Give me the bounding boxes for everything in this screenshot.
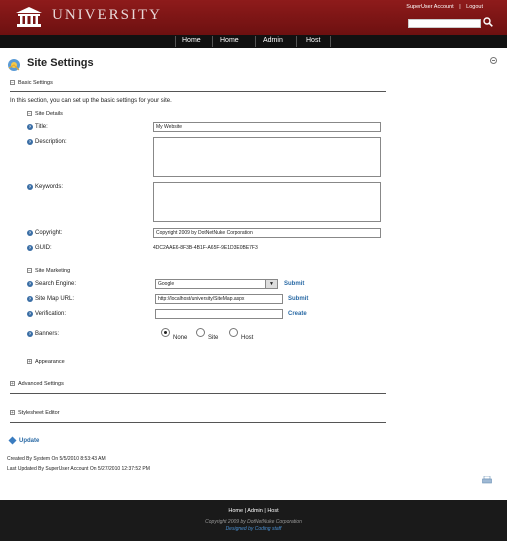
stylesheet-editor-toggle-icon[interactable]: + — [10, 410, 15, 416]
banner-site-radio[interactable] — [196, 328, 205, 337]
created-by-text: Created By System On 5/5/2010 8:53:43 AM — [7, 456, 106, 462]
logout-link[interactable]: Logout — [466, 4, 483, 10]
banner-host-radio[interactable] — [229, 328, 238, 337]
sitemap-label: Site Map URL: — [35, 296, 75, 302]
description-textarea[interactable] — [153, 137, 381, 177]
nav-item-home-2[interactable]: Home — [220, 37, 239, 44]
update-icon[interactable] — [8, 436, 17, 445]
help-icon[interactable]: ? — [27, 139, 33, 145]
site-footer: Home | Admin | Host Copyright 2009 by Do… — [0, 500, 507, 541]
basic-intro: In this section, you can set up the basi… — [10, 98, 172, 104]
print-icon[interactable] — [482, 476, 492, 484]
updated-by-text: Last Updated By SuperUser Account On 5/2… — [7, 466, 150, 472]
advanced-settings-header[interactable]: Advanced Settings — [18, 381, 64, 387]
brand-name[interactable]: UNIVERSITY — [52, 7, 162, 24]
help-icon[interactable]: ? — [27, 184, 33, 190]
banner-host-label: Host — [241, 335, 254, 341]
search-engine-select[interactable]: Google ▼ — [155, 279, 278, 289]
advanced-settings-toggle-icon[interactable]: + — [10, 381, 15, 387]
keywords-textarea[interactable] — [153, 182, 381, 222]
banner-site-label: Site — [208, 335, 219, 341]
collapse-icon[interactable] — [490, 57, 497, 64]
verification-input[interactable] — [155, 309, 283, 319]
submit-sitemap-button[interactable]: Submit — [288, 296, 308, 302]
copyright-label: Copyright: — [35, 230, 63, 236]
search-engine-value: Google — [158, 281, 175, 287]
sitemap-input[interactable]: http://localhost/university/SiteMap.aspx — [155, 294, 283, 304]
title-label: Title: — [35, 124, 48, 130]
page-title: Site Settings — [27, 57, 94, 69]
nav-separator — [212, 36, 213, 47]
keywords-label: Keywords: — [35, 184, 64, 190]
nav-separator — [175, 36, 176, 47]
title-input[interactable]: My Website — [153, 122, 381, 132]
appearance-header[interactable]: Appearance — [35, 359, 65, 365]
nav-item-host[interactable]: Host — [306, 37, 320, 44]
appearance-toggle-icon[interactable]: + — [27, 359, 32, 365]
university-logo-icon[interactable] — [14, 6, 44, 28]
divider — [10, 91, 386, 92]
footer-copyright: Copyright 2009 by DotNetNuke Corporation — [205, 519, 302, 525]
site-details-header[interactable]: Site Details — [35, 111, 63, 117]
divider — [10, 422, 386, 423]
help-icon[interactable]: ? — [27, 311, 33, 317]
main-nav: Home Home Admin Host — [0, 35, 507, 48]
guid-value: 4DC2AAE6-8F3B-4B1F-A65F-9E1D3E0BE7F3 — [153, 245, 258, 251]
verification-label: Verification: — [35, 311, 67, 317]
banner-none-label: None — [173, 335, 188, 341]
footer-links: Home | Admin | Host — [228, 508, 279, 514]
nav-item-admin[interactable]: Admin — [263, 37, 283, 44]
nav-separator — [255, 36, 256, 47]
nav-item-home[interactable]: Home — [182, 37, 201, 44]
guid-label: GUID: — [35, 245, 52, 251]
banner-none-radio[interactable] — [161, 328, 170, 337]
help-icon[interactable]: ? — [27, 331, 33, 337]
basic-settings-toggle-icon[interactable]: − — [10, 80, 15, 86]
banners-label: Banners: — [35, 331, 60, 337]
stylesheet-editor-header[interactable]: Stylesheet Editor — [18, 410, 60, 416]
footer-designed-by-link[interactable]: Designed by Coding staff — [0, 526, 507, 532]
help-icon[interactable]: ? — [27, 245, 33, 251]
nav-separator — [296, 36, 297, 47]
divider — [10, 393, 386, 394]
search-input[interactable] — [408, 19, 481, 28]
user-links: SuperUser Account | Logout — [406, 4, 483, 10]
site-marketing-header[interactable]: Site Marketing — [35, 268, 70, 274]
submit-search-engine-button[interactable]: Submit — [284, 281, 304, 287]
user-name-link[interactable]: SuperUser Account — [406, 4, 453, 10]
update-button[interactable]: Update — [19, 438, 39, 444]
help-icon[interactable]: ? — [27, 296, 33, 302]
help-icon[interactable]: ? — [27, 281, 33, 287]
copyright-input[interactable]: Copyright 2009 by DotNetNuke Corporation — [153, 228, 381, 238]
nav-separator — [330, 36, 331, 47]
help-icon[interactable]: ? — [27, 124, 33, 130]
footer-link-admin[interactable]: Admin — [247, 508, 263, 514]
description-label: Description: — [35, 139, 67, 145]
help-icon[interactable]: ? — [27, 230, 33, 236]
site-marketing-toggle-icon[interactable]: − — [27, 268, 32, 274]
search-engine-label: Search Engine: — [35, 281, 77, 287]
create-verification-button[interactable]: Create — [288, 311, 307, 317]
footer-link-home[interactable]: Home — [228, 508, 243, 514]
chevron-down-icon[interactable]: ▼ — [265, 280, 277, 288]
site-details-toggle-icon[interactable]: − — [27, 111, 32, 117]
site-settings-icon — [8, 59, 20, 71]
basic-settings-header[interactable]: Basic Settings — [18, 80, 53, 86]
site-header: UNIVERSITY SuperUser Account | Logout — [0, 0, 507, 35]
footer-link-host[interactable]: Host — [267, 508, 278, 514]
search-icon[interactable] — [483, 17, 493, 27]
